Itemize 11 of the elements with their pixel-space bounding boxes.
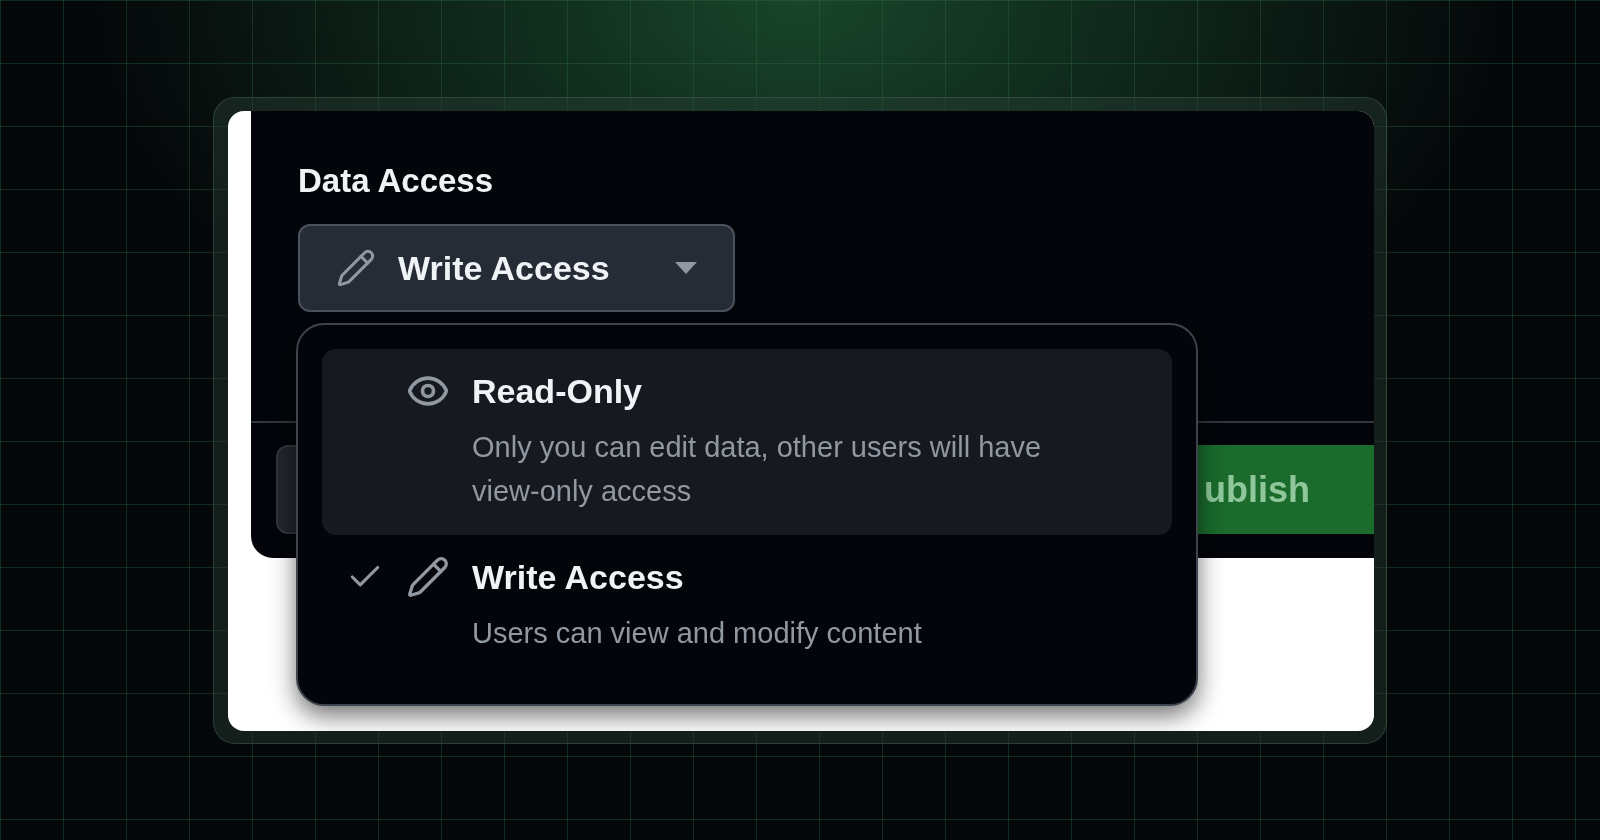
menu-option[interactable]: Read-Only Only you can edit data, other users will have view-only access	[322, 349, 1172, 535]
option-title: Read-Only	[472, 371, 644, 412]
pencil-icon	[336, 248, 376, 288]
access-dropdown[interactable]: Write Access	[298, 224, 735, 312]
option-description: Users can view and modify content	[472, 616, 923, 651]
caret-icon	[675, 262, 697, 274]
field-label: Data Access	[298, 161, 495, 201]
menu-option[interactable]: Write Access Users can view and modify content	[322, 535, 1172, 677]
option-title: Write Access	[472, 557, 685, 598]
pencil-icon	[406, 555, 450, 599]
option-description: Only you can edit data, other users will have view-only access	[472, 430, 1043, 509]
